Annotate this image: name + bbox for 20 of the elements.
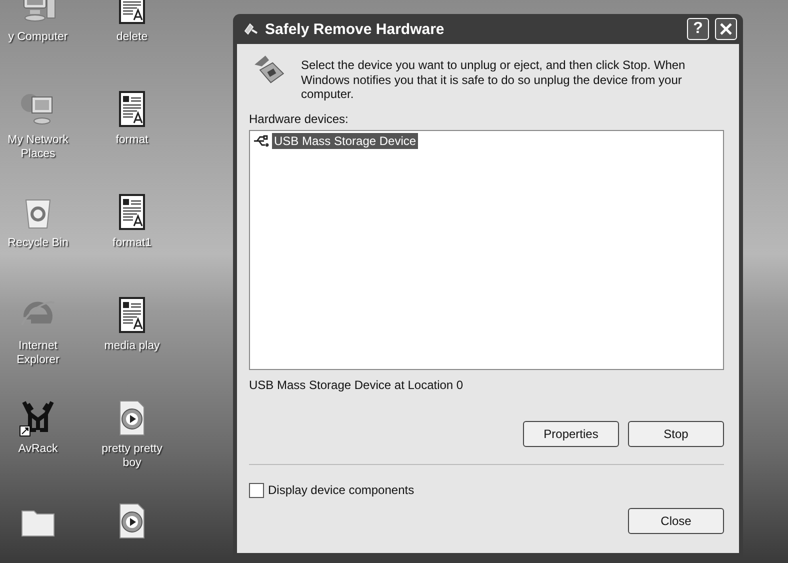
- checkbox-label[interactable]: Display device components: [268, 483, 414, 497]
- close-icon: [719, 22, 733, 36]
- list-label: Hardware devices:: [249, 112, 350, 126]
- device-item[interactable]: USB Mass Storage Device: [272, 132, 418, 148]
- icon-label[interactable]: media play: [95, 339, 169, 353]
- icon-label[interactable]: AvRack: [1, 442, 75, 456]
- icon-label[interactable]: y Computer: [1, 30, 75, 44]
- usb-plug-icon: [253, 132, 269, 148]
- action-button[interactable]: Properties: [523, 420, 619, 446]
- instruction-text: Select the device you want to unplug or eject, and then click Stop. When Windows notifies you that it is safe to do so unplug the device from your computer.: [301, 57, 686, 102]
- icon-label[interactable]: Internet Explorer: [1, 339, 75, 367]
- icon-label[interactable]: delete: [95, 30, 169, 44]
- action-button[interactable]: Stop: [628, 420, 724, 446]
- window-title: Safely Remove Hardware: [265, 20, 446, 38]
- checkbox[interactable]: [249, 482, 264, 498]
- location-text: USB Mass Storage Device at Location 0: [249, 378, 464, 392]
- close-dialog-button[interactable]: Close: [628, 508, 724, 534]
- icon-label[interactable]: pretty pretty boy: [95, 442, 169, 470]
- help-button[interactable]: ?: [687, 18, 709, 40]
- close-button[interactable]: [715, 18, 737, 40]
